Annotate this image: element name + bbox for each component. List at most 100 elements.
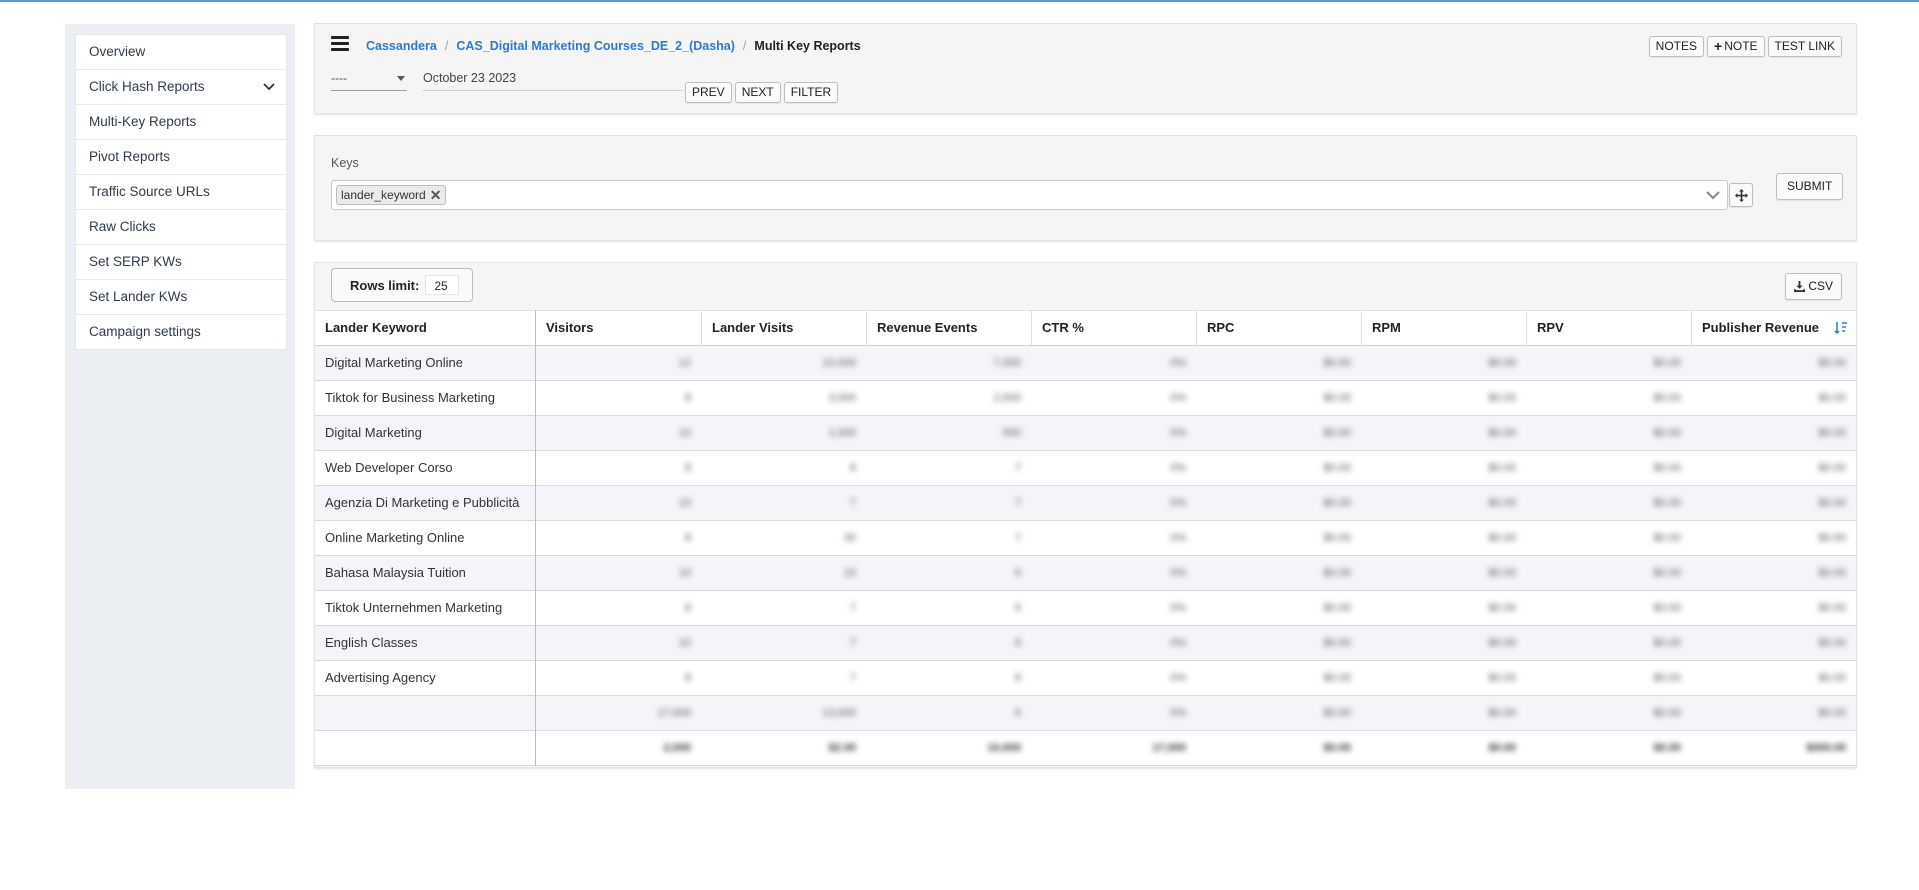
- table-cell: 0%: [1170, 672, 1186, 684]
- rows-limit-input[interactable]: 25: [425, 275, 460, 295]
- table-cell: 0%: [1170, 637, 1186, 649]
- table-cell: $2.00: [828, 742, 856, 754]
- table-cell: 6: [1014, 637, 1021, 649]
- sidebar-item-overview[interactable]: Overview: [76, 35, 286, 70]
- top-accent-line: [0, 0, 1919, 2]
- table-cell: $0.00: [1653, 567, 1681, 579]
- keys-multiselect[interactable]: lander_keyword ✕: [331, 180, 1728, 210]
- key-tag: lander_keyword ✕: [336, 185, 447, 205]
- table-cell: 0%: [1170, 532, 1186, 544]
- move-icon[interactable]: [1729, 183, 1753, 207]
- table-cell: 10: [678, 427, 691, 439]
- table-cell: $0.00: [1818, 497, 1846, 509]
- table-cell: $0.00: [1488, 532, 1516, 544]
- table-cell: $0.00: [1323, 637, 1351, 649]
- rows-limit-label: Rows limit:: [350, 277, 420, 293]
- keys-label: Keys: [331, 156, 359, 170]
- hamburger-menu-icon[interactable]: [331, 36, 349, 54]
- metrics-body: 12 10,000 7,000 0% $0.00 $0.00 $0.00 $0.00 8 3,00…: [536, 346, 1856, 766]
- table-cell: $0.00: [1323, 742, 1351, 754]
- table-cell: $0.00: [1653, 672, 1681, 684]
- column-header-ctr[interactable]: CTR %: [1031, 311, 1196, 345]
- chevron-down-icon[interactable]: [1705, 187, 1721, 203]
- keyword-cell: [315, 696, 535, 731]
- date-range-select-value: ----: [331, 71, 347, 85]
- keyword-cell: Bahasa Malaysia Tuition: [315, 556, 535, 591]
- table-row: 8 30 7 0% $0.00 $0.00 $0.00 $0.00: [536, 521, 1856, 556]
- table-cell: 10,000: [987, 742, 1021, 754]
- sidebar-item-click-hash-reports[interactable]: Click Hash Reports: [76, 70, 286, 105]
- table-cell: $0.00: [1488, 672, 1516, 684]
- keyword-cell: Tiktok Unternehmen Marketing: [315, 591, 535, 626]
- sidebar-item-raw-clicks[interactable]: Raw Clicks: [76, 210, 286, 245]
- keyword-cell: Digital Marketing: [315, 416, 535, 451]
- submit-button[interactable]: SUBMIT: [1776, 173, 1844, 200]
- table-cell: $0.00: [1323, 567, 1351, 579]
- sidebar-item-label: Raw Clicks: [89, 219, 156, 234]
- table-cell: 13,000: [822, 707, 856, 719]
- column-header-visitors[interactable]: Visitors: [536, 311, 701, 345]
- sidebar-menu: Overview Click Hash Reports Multi-Key Re…: [75, 34, 287, 350]
- table-cell: 12: [678, 357, 691, 369]
- table-cell: $0.00: [1818, 707, 1846, 719]
- table-cell: $0.00: [1323, 462, 1351, 474]
- csv-export-button[interactable]: CSV: [1785, 273, 1842, 300]
- table-row: 10 1,000 900 0% $0.00 $0.00 $0.00 $0.00: [536, 416, 1856, 451]
- table-cell: $0.00: [1488, 392, 1516, 404]
- keyword-cell: English Classes: [315, 626, 535, 661]
- breadcrumb-current-page: Multi Key Reports: [754, 39, 861, 53]
- table-cell: $0.00: [1488, 462, 1516, 474]
- table-cell: $0.00: [1818, 567, 1846, 579]
- keyword-column: Lander Keyword Digital Marketing Online …: [315, 310, 536, 766]
- column-header-rpv[interactable]: RPV: [1526, 311, 1691, 345]
- table-cell: $0.00: [1818, 637, 1846, 649]
- sidebar-item-set-serp-kws[interactable]: Set SERP KWs: [76, 245, 286, 280]
- filter-button[interactable]: FILTER: [783, 82, 839, 103]
- next-button[interactable]: NEXT: [734, 82, 781, 103]
- date-input[interactable]: October 23 2023: [423, 68, 683, 91]
- column-header-lander-keyword[interactable]: Lander Keyword: [315, 310, 535, 346]
- table-cell: 7: [849, 637, 856, 649]
- column-header-lander-visits[interactable]: Lander Visits: [701, 311, 866, 345]
- table-cell: $0.00: [1818, 427, 1846, 439]
- breadcrumb-link-account[interactable]: Cassandera: [366, 39, 437, 53]
- table-cell: 10: [678, 637, 691, 649]
- sidebar-item-multi-key-reports[interactable]: Multi-Key Reports: [76, 105, 286, 140]
- sidebar-item-set-lander-kws[interactable]: Set Lander KWs: [76, 280, 286, 315]
- chevron-down-icon[interactable]: [262, 70, 276, 104]
- column-header-publisher-revenue[interactable]: Publisher Revenue: [1691, 311, 1856, 345]
- breadcrumb-link-campaign[interactable]: CAS_Digital Marketing Courses_DE_2_(Dash…: [456, 39, 735, 53]
- date-range-select[interactable]: ----: [331, 68, 407, 91]
- header-actions: NOTES + NOTE TEST LINK: [1648, 36, 1842, 57]
- sidebar-item-campaign-settings[interactable]: Campaign settings: [76, 315, 286, 349]
- keyword-cell: Web Developer Corso: [315, 451, 535, 486]
- rows-limit-control: Rows limit: 25: [331, 268, 473, 302]
- notes-button[interactable]: NOTES: [1648, 36, 1704, 57]
- table-cell: $0.00: [1488, 602, 1516, 614]
- table-cell: 8: [684, 462, 691, 474]
- sort-icon[interactable]: [1834, 321, 1848, 335]
- table-row: 10 7 6 0% $0.00 $0.00 $0.00 $0.00: [536, 626, 1856, 661]
- table-cell: $0.00: [1653, 707, 1681, 719]
- metrics-table: Visitors Lander Visits Revenue Events CT…: [536, 310, 1856, 766]
- table-cell: 6: [1014, 567, 1021, 579]
- prev-button[interactable]: PREV: [685, 82, 732, 103]
- table-cell: $0.00: [1488, 707, 1516, 719]
- table-cell: 0%: [1170, 392, 1186, 404]
- table-cell: 0%: [1170, 357, 1186, 369]
- table-cell: 2,000: [993, 392, 1021, 404]
- table-cell: 1,000: [828, 427, 856, 439]
- table-cell: 6: [1014, 707, 1021, 719]
- test-link-button[interactable]: TEST LINK: [1767, 36, 1842, 57]
- table-cell: $0.00: [1323, 392, 1351, 404]
- sidebar-item-traffic-source-urls[interactable]: Traffic Source URLs: [76, 175, 286, 210]
- column-header-revenue-events[interactable]: Revenue Events: [866, 311, 1031, 345]
- column-header-rpc[interactable]: RPC: [1196, 311, 1361, 345]
- remove-tag-icon[interactable]: ✕: [430, 186, 442, 204]
- column-header-rpm[interactable]: RPM: [1361, 311, 1526, 345]
- keyword-cell: Advertising Agency: [315, 661, 535, 696]
- sidebar-item-pivot-reports[interactable]: Pivot Reports: [76, 140, 286, 175]
- table-cell: $0.00: [1323, 357, 1351, 369]
- add-note-button[interactable]: + NOTE: [1707, 36, 1765, 57]
- table-cell: $0.00: [1653, 637, 1681, 649]
